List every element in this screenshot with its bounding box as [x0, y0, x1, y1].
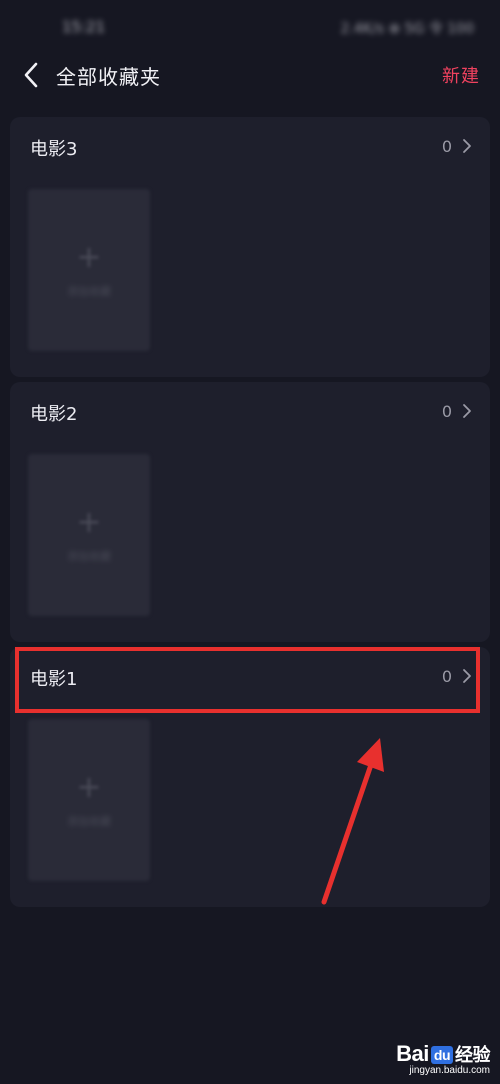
folder-header[interactable]: 电影3 0	[10, 117, 490, 175]
status-time: 15:21	[62, 18, 106, 36]
folder-name: 电影1	[30, 669, 78, 690]
add-tile-label: 添加收藏	[67, 285, 111, 298]
add-collection-tile[interactable]: + 添加收藏	[28, 454, 150, 616]
chevron-right-icon	[463, 404, 471, 418]
watermark-url: jingyan.baidu.com	[409, 1065, 490, 1076]
folder-name: 电影3	[30, 139, 78, 160]
folder-header[interactable]: 电影1 0	[10, 647, 490, 705]
plus-icon: +	[76, 240, 102, 275]
chevron-right-icon	[463, 139, 471, 153]
plus-icon: +	[76, 505, 102, 540]
baidu-jingyan-watermark: Bai du 经验 jingyan.baidu.com	[396, 1041, 490, 1076]
add-collection-tile[interactable]: + 添加收藏	[28, 189, 150, 351]
chevron-left-icon	[24, 62, 38, 88]
page-title: 全部收藏夹	[56, 65, 161, 89]
back-button[interactable]	[14, 58, 48, 92]
folder-card: 电影3 0 + 添加收藏	[10, 117, 490, 377]
folder-card: 电影1 0 + 添加收藏	[10, 647, 490, 907]
folder-name: 电影2	[30, 404, 78, 425]
status-indicators: 2.4K/s ⊕ 5G 令 100	[340, 21, 474, 37]
folder-count: 0	[441, 402, 452, 421]
nav-bar: 全部收藏夹 新建	[0, 50, 500, 100]
folder-header[interactable]: 电影2 0	[10, 382, 490, 440]
new-folder-button[interactable]: 新建	[442, 62, 480, 88]
watermark-logo: Bai du 经验	[396, 1041, 490, 1066]
plus-icon: +	[76, 770, 102, 805]
add-collection-tile[interactable]: + 添加收藏	[28, 719, 150, 881]
status-bar: 15:21 2.4K/s ⊕ 5G 令 100	[0, 0, 500, 56]
folder-count: 0	[441, 137, 452, 156]
add-tile-label: 添加收藏	[67, 815, 111, 828]
add-tile-label: 添加收藏	[67, 550, 111, 563]
folder-count: 0	[441, 667, 452, 686]
chevron-right-icon	[463, 669, 471, 683]
folder-card: 电影2 0 + 添加收藏	[10, 382, 490, 642]
